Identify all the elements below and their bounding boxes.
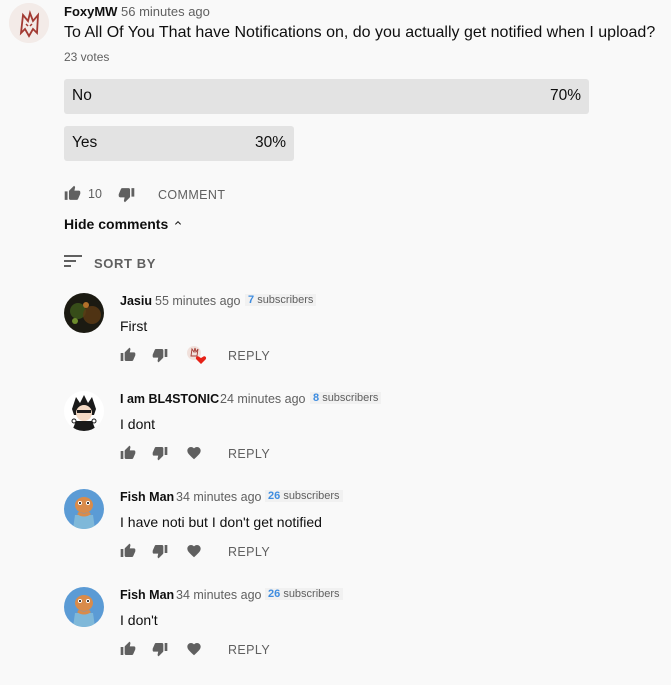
subscriber-label: subscribers: [283, 490, 340, 502]
sort-icon: [64, 254, 82, 273]
poll-option-no[interactable]: No 70%: [64, 79, 589, 114]
avatar[interactable]: [64, 489, 104, 529]
hide-comments-toggle[interactable]: Hide comments: [64, 216, 184, 232]
avatar[interactable]: [64, 391, 104, 431]
post-timestamp[interactable]: 56 minutes ago: [121, 4, 210, 19]
comment-button[interactable]: COMMENT: [158, 188, 225, 202]
poll-option-yes[interactable]: Yes 30%: [64, 126, 294, 161]
sort-by-menu[interactable]: SORT BY: [64, 254, 156, 273]
like-icon[interactable]: [64, 185, 81, 202]
dislike-icon[interactable]: [152, 543, 168, 564]
comment-timestamp[interactable]: 55 minutes ago: [155, 294, 240, 308]
vote-count: 23 votes: [64, 50, 110, 64]
dislike-icon[interactable]: [152, 347, 168, 368]
like-icon[interactable]: [120, 347, 136, 368]
dislike-icon[interactable]: [152, 445, 168, 466]
like-icon[interactable]: [120, 641, 136, 662]
subscriber-count: 26: [268, 490, 281, 502]
comment-text: I dont: [120, 416, 156, 432]
comment-thread: Fish Man 34 minutes ago 26 subscribers I…: [64, 489, 664, 587]
like-count: 10: [88, 187, 102, 201]
like-icon[interactable]: [120, 445, 136, 466]
comment-text: I have noti but I don't get notified: [120, 514, 322, 530]
comment-author[interactable]: Jasiu: [120, 294, 152, 308]
reply-button[interactable]: REPLY: [228, 349, 270, 363]
comment-text: I don't: [120, 612, 158, 628]
like-icon[interactable]: [120, 543, 136, 564]
post-author-name[interactable]: FoxyMW: [64, 4, 117, 19]
comment-timestamp[interactable]: 24 minutes ago: [220, 392, 305, 406]
subscriber-label: subscribers: [283, 588, 340, 600]
subscriber-count: 26: [268, 588, 281, 600]
subscriber-badge: 26 subscribers: [265, 588, 343, 600]
subscriber-label: subscribers: [322, 392, 379, 404]
comment-thread: I am BL4STONIC 24 minutes ago 8 subscrib…: [64, 391, 664, 489]
hide-comments-label: Hide comments: [64, 216, 169, 232]
poll-option-label: Yes: [72, 134, 98, 151]
chevron-up-icon: [172, 216, 184, 232]
sort-by-label: SORT BY: [94, 256, 156, 271]
comment-thread: Fish Man 34 minutes ago 26 subscribers I…: [64, 587, 664, 685]
heart-icon[interactable]: [186, 641, 202, 662]
subscriber-label: subscribers: [257, 294, 314, 306]
heart-icon[interactable]: [186, 445, 202, 466]
comment-text: First: [120, 318, 148, 334]
dislike-icon[interactable]: [152, 641, 168, 662]
reply-button[interactable]: REPLY: [228, 545, 270, 559]
creator-heart-icon[interactable]: [186, 345, 208, 370]
poll-option-label: No: [72, 87, 92, 104]
avatar[interactable]: [64, 293, 104, 333]
poll-option-percent: 70%: [549, 87, 581, 104]
reply-button[interactable]: REPLY: [228, 643, 270, 657]
heart-icon[interactable]: [186, 543, 202, 564]
reply-button[interactable]: REPLY: [228, 447, 270, 461]
subscriber-count: 7: [248, 294, 255, 306]
subscriber-count: 8: [313, 392, 320, 404]
comment-timestamp[interactable]: 34 minutes ago: [176, 490, 261, 504]
comment-author[interactable]: I am BL4STONIC: [120, 392, 219, 406]
dislike-icon[interactable]: [118, 186, 135, 203]
comment-author[interactable]: Fish Man: [120, 588, 174, 602]
avatar[interactable]: [64, 587, 104, 627]
poll-question: To All Of You That have Notifications on…: [64, 24, 656, 41]
subscriber-badge: 8 subscribers: [310, 392, 382, 404]
subscriber-badge: 26 subscribers: [265, 490, 343, 502]
comment-author[interactable]: Fish Man: [120, 490, 174, 504]
comment-thread: Jasiu 55 minutes ago 7 subscribers First…: [64, 293, 664, 391]
poll-option-percent: 30%: [254, 134, 286, 151]
subscriber-badge: 7 subscribers: [245, 294, 317, 306]
channel-avatar[interactable]: [9, 3, 49, 43]
comment-timestamp[interactable]: 34 minutes ago: [176, 588, 261, 602]
